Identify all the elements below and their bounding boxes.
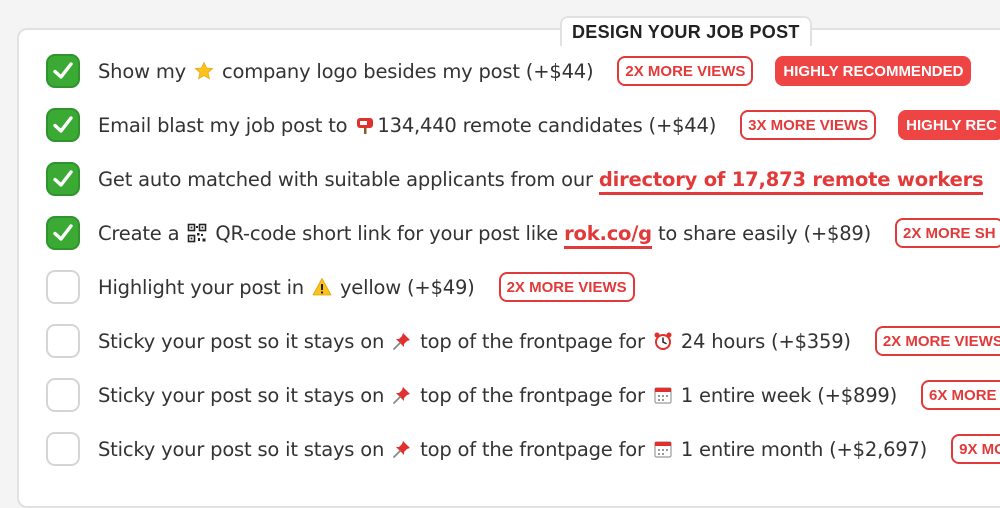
- option-email-blast[interactable]: Email blast my job post to 134,440 remot…: [46, 105, 1000, 145]
- option-label: Sticky your post so it stays on top of t…: [98, 437, 928, 461]
- calendar-icon: [653, 385, 673, 405]
- pushpin-icon: [392, 331, 412, 351]
- directory-link[interactable]: directory of 17,873 remote workers: [598, 167, 984, 195]
- option-qr-code[interactable]: Create a QR-code short link for your pos…: [46, 213, 1000, 253]
- badge-views: 2X MORE VIEWS: [617, 56, 754, 86]
- option-label: Create a QR-code short link for your pos…: [98, 221, 871, 249]
- checkbox-unchecked[interactable]: [46, 432, 80, 466]
- badge-views: 3X MORE VIEWS: [740, 110, 877, 140]
- checkbox-checked[interactable]: [46, 54, 80, 88]
- qr-code-icon: [187, 223, 207, 243]
- option-sticky-week[interactable]: Sticky your post so it stays on top of t…: [46, 375, 1000, 415]
- option-sticky-24h[interactable]: Sticky your post so it stays on top of t…: [46, 321, 1000, 361]
- checkbox-checked[interactable]: [46, 216, 80, 250]
- section-title: DESIGN YOUR JOB POST: [560, 16, 812, 46]
- option-label: Email blast my job post to 134,440 remot…: [98, 113, 717, 137]
- checkbox-unchecked[interactable]: [46, 378, 80, 412]
- option-label: Sticky your post so it stays on top of t…: [98, 329, 851, 353]
- calendar-icon: [653, 439, 673, 459]
- pushpin-icon: [392, 439, 412, 459]
- badge-views: 9X MOR: [951, 434, 1000, 464]
- badge-views: 2X MORE VIEWS: [498, 272, 635, 302]
- option-label: Sticky your post so it stays on top of t…: [98, 383, 898, 407]
- badge-views: 6X MORE V: [921, 380, 1000, 410]
- badge-views: 2X MORE VIEWS: [874, 326, 1000, 356]
- short-link[interactable]: rok.co/g: [564, 221, 652, 249]
- badge-recommended: HIGHLY REC: [898, 110, 1000, 140]
- checkbox-checked[interactable]: [46, 108, 80, 142]
- option-label: Show my company logo besides my post (+$…: [98, 59, 594, 83]
- option-auto-match[interactable]: Get auto matched with suitable applicant…: [46, 159, 984, 199]
- option-highlight-yellow[interactable]: Highlight your post in yellow (+$49) 2X …: [46, 267, 635, 307]
- option-sticky-month[interactable]: Sticky your post so it stays on top of t…: [46, 429, 1000, 469]
- warning-icon: [312, 277, 332, 297]
- option-label: Highlight your post in yellow (+$49): [98, 275, 475, 299]
- alarm-clock-icon: [653, 331, 673, 351]
- badge-shares: 2X MORE SH: [895, 218, 1000, 248]
- checkbox-checked[interactable]: [46, 162, 80, 196]
- pushpin-icon: [392, 385, 412, 405]
- checkbox-unchecked[interactable]: [46, 324, 80, 358]
- option-company-logo[interactable]: Show my company logo besides my post (+$…: [46, 51, 972, 91]
- badge-recommended: HIGHLY RECOMMENDED: [775, 56, 972, 86]
- checkbox-unchecked[interactable]: [46, 270, 80, 304]
- option-label: Get auto matched with suitable applicant…: [98, 167, 984, 195]
- mailbox-icon: [355, 115, 375, 135]
- star-icon: [194, 61, 214, 81]
